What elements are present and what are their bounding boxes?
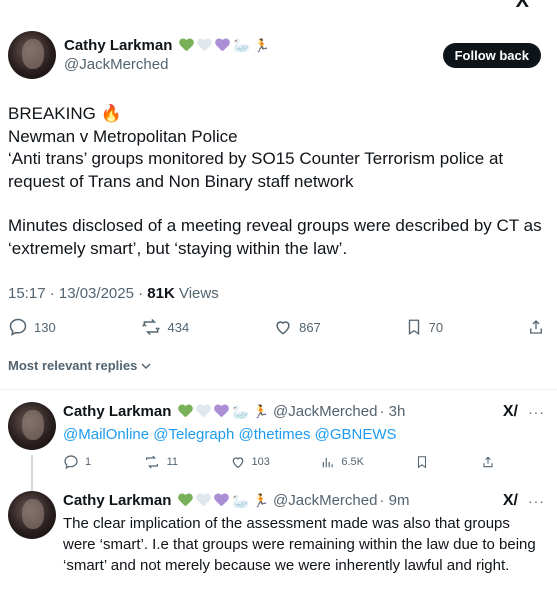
- reply-handle[interactable]: @JackMerched: [273, 491, 377, 511]
- avatar[interactable]: [8, 491, 56, 539]
- purple-heart-icon: [214, 405, 229, 419]
- post-line-minutes: Minutes disclosed of a meeting reveal gr…: [8, 216, 547, 258]
- green-heart-icon: [178, 494, 193, 508]
- like-button[interactable]: 103: [230, 454, 270, 470]
- bookmark-icon: [408, 319, 419, 336]
- swan-icon: 🦢: [232, 404, 250, 420]
- white-heart-icon: [197, 39, 212, 53]
- reply-item[interactable]: Cathy Larkman 🦢 🏃 @JackMerched · 9m X/ ·…: [8, 491, 545, 576]
- avatar[interactable]: [8, 31, 56, 79]
- chevron-down-icon: [141, 362, 151, 369]
- grok-icon[interactable]: X/: [503, 491, 518, 511]
- post-line-groups: ‘Anti trans’ groups monitored by SO15 Co…: [8, 149, 508, 191]
- reply-author-name-text[interactable]: Cathy Larkman: [63, 402, 171, 422]
- post-header: Cathy Larkman 🦢 🏃 @JackMerched Follow ba…: [8, 30, 541, 80]
- author-block: Cathy Larkman 🦢 🏃 @JackMerched: [64, 36, 270, 74]
- bookmark-count: 70: [428, 319, 444, 335]
- breaking-text: BREAKING: [8, 104, 96, 123]
- post-timestamp[interactable]: 15:17 · 13/03/2025 ·: [8, 285, 147, 302]
- bookmark-button[interactable]: [415, 454, 429, 470]
- reply-handle[interactable]: @JackMerched: [273, 402, 377, 422]
- reply-button[interactable]: 1: [63, 454, 91, 470]
- reply-text: The clear implication of the assessment …: [63, 515, 536, 574]
- repost-icon: [141, 318, 160, 336]
- views-label: Views: [174, 285, 219, 302]
- reply-author-name[interactable]: Cathy Larkman 🦢 🏃: [63, 491, 269, 511]
- purple-heart-icon: [215, 39, 230, 53]
- share-icon: [530, 320, 542, 334]
- purple-heart-icon: [214, 494, 229, 508]
- repost-button[interactable]: 434: [140, 317, 190, 337]
- reply-icon: [9, 318, 27, 336]
- post-action-bar: 130 434 867 70: [8, 316, 545, 338]
- white-heart-icon: [196, 494, 211, 508]
- thread-connector: [31, 455, 33, 491]
- green-heart-icon: [178, 405, 193, 419]
- reply-action-bar: 1 11 103 6.5K: [63, 454, 495, 470]
- reply-time[interactable]: · 3h: [379, 402, 405, 422]
- reply-author-name-text[interactable]: Cathy Larkman: [63, 491, 171, 511]
- repost-count: 434: [167, 319, 190, 335]
- analytics-icon: [323, 457, 334, 468]
- reply-time[interactable]: · 9m: [379, 491, 409, 511]
- reply-mentions[interactable]: @MailOnline @Telegraph @thetimes @GBNEWS: [63, 424, 545, 445]
- more-options-icon[interactable]: ···: [528, 402, 545, 422]
- follow-back-button[interactable]: Follow back: [442, 42, 541, 68]
- view-count: 6.5K: [341, 456, 364, 468]
- like-count: 867: [299, 319, 321, 335]
- avatar[interactable]: [8, 402, 56, 450]
- author-name-text[interactable]: Cathy Larkman: [64, 36, 172, 55]
- author-handle[interactable]: @JackMerched: [64, 55, 270, 74]
- post-line-case: Newman v Metropolitan Police: [8, 126, 238, 146]
- post-body: BREAKING 🔥 Newman v Metropolitan Police …: [8, 103, 545, 260]
- bookmark-icon: [418, 456, 427, 469]
- reply-icon: [64, 455, 78, 470]
- like-button[interactable]: 867: [273, 317, 321, 337]
- like-count: 103: [251, 456, 270, 468]
- bookmark-button[interactable]: 70: [405, 317, 443, 337]
- share-icon: [483, 456, 493, 468]
- repost-icon: [145, 455, 158, 469]
- sort-replies-dropdown[interactable]: Most relevant replies: [8, 358, 152, 373]
- reply-count: 130: [34, 319, 56, 335]
- suffragette-icon: 🏃: [252, 493, 269, 508]
- repost-button[interactable]: 11: [143, 454, 178, 470]
- sort-label: Most relevant replies: [8, 358, 138, 373]
- swan-icon: 🦢: [233, 37, 251, 53]
- suffragette-icon: 🏃: [253, 38, 270, 53]
- green-heart-icon: [179, 39, 194, 53]
- fire-icon: 🔥: [100, 104, 122, 123]
- post-meta: 15:17 · 13/03/2025 · 81K Views: [8, 285, 219, 302]
- like-icon: [232, 457, 243, 469]
- reply-count: 1: [85, 456, 92, 468]
- share-button[interactable]: [481, 454, 495, 470]
- reply-item[interactable]: Cathy Larkman 🦢 🏃 @JackMerched · 3h X/ ·…: [8, 402, 545, 470]
- grok-icon[interactable]: X/: [503, 402, 518, 422]
- suffragette-icon: 🏃: [252, 404, 269, 419]
- author-display-name[interactable]: Cathy Larkman 🦢 🏃: [64, 36, 270, 55]
- swan-icon: 🦢: [232, 493, 250, 509]
- views-button[interactable]: 6.5K: [321, 455, 364, 469]
- divider: [0, 389, 557, 390]
- white-heart-icon: [196, 405, 211, 419]
- x-logo-icon[interactable]: X: [516, 0, 529, 13]
- views-count: 81K: [147, 285, 175, 302]
- reply-button[interactable]: 130: [8, 317, 56, 337]
- like-icon: [276, 321, 290, 335]
- share-button[interactable]: [527, 317, 545, 337]
- more-options-icon[interactable]: ···: [528, 491, 545, 511]
- reply-author-name[interactable]: Cathy Larkman 🦢 🏃: [63, 402, 269, 422]
- repost-count: 11: [166, 456, 179, 468]
